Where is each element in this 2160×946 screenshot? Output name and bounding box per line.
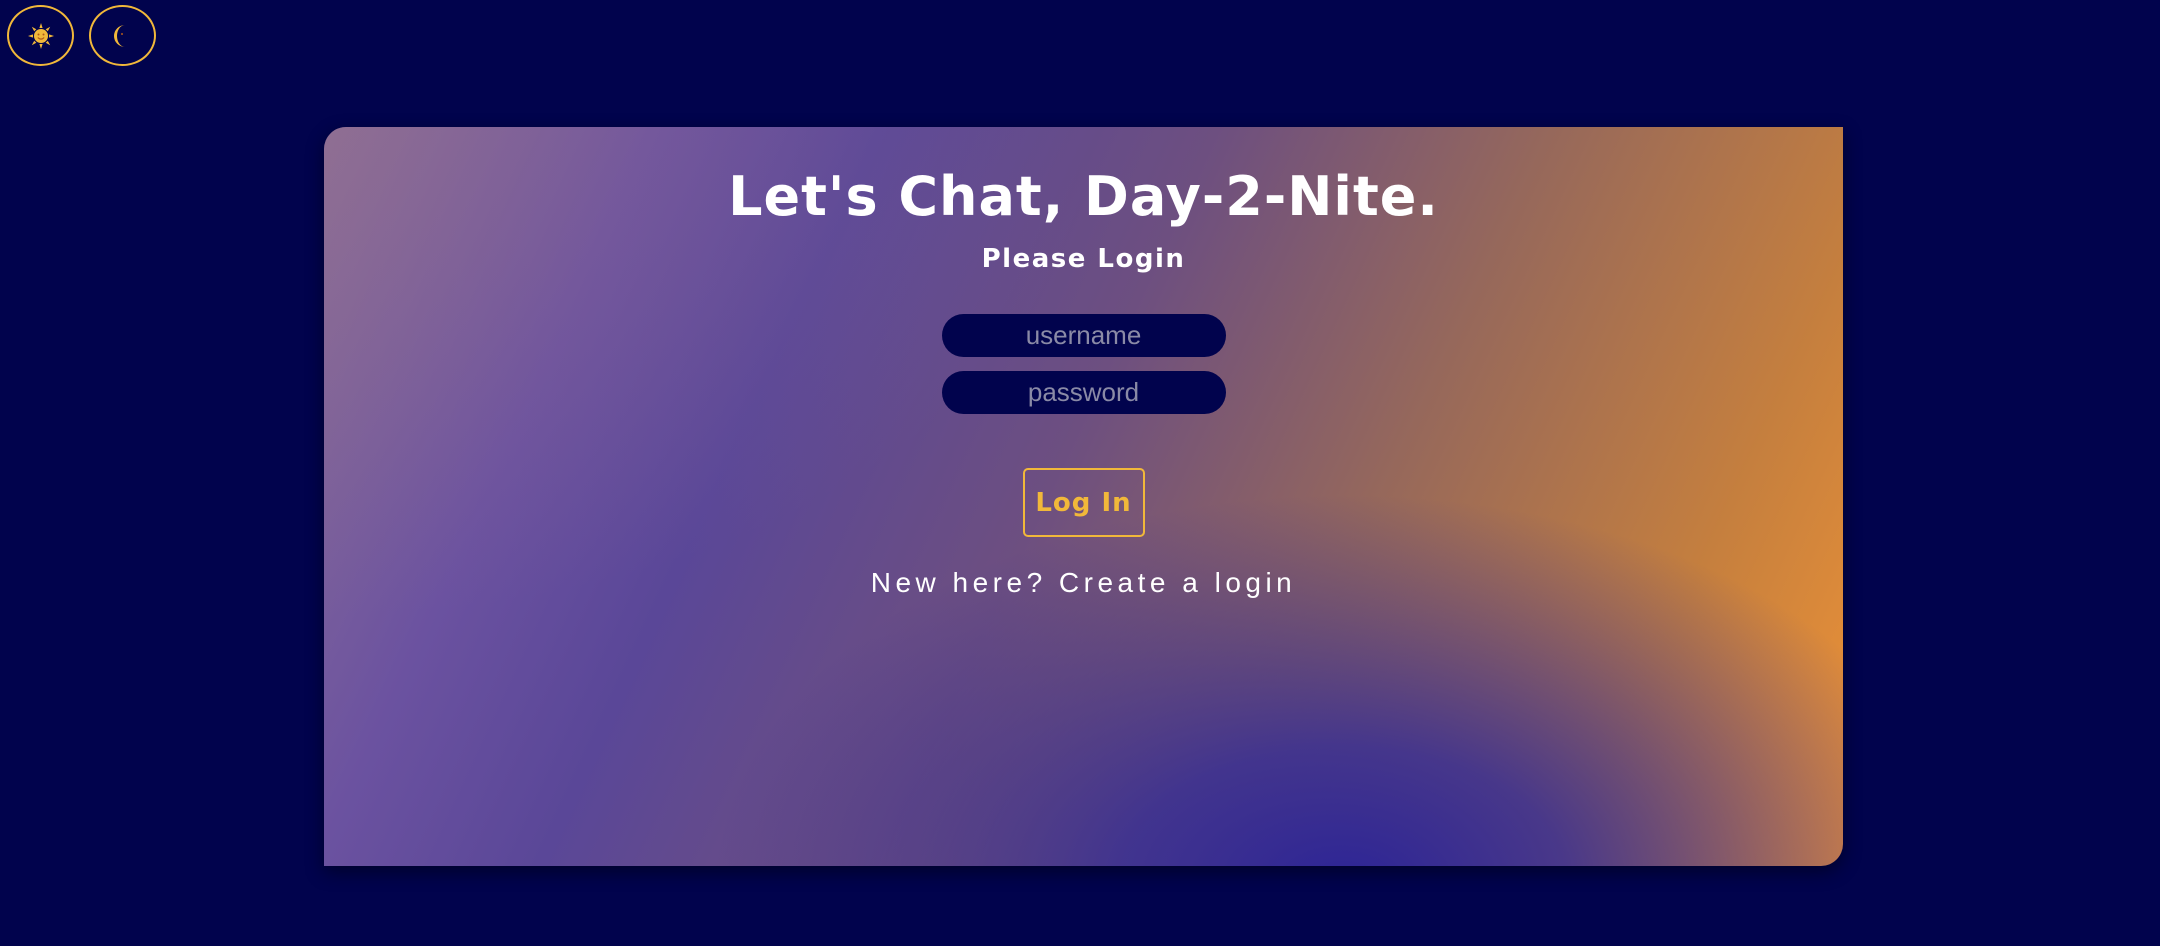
login-card: Let's Chat, Day-2-Nite. Please Login Log… [324,127,1843,866]
night-mode-button[interactable] [89,5,156,66]
login-button[interactable]: Log In [1022,468,1145,538]
day-mode-button[interactable] [7,5,74,66]
page-title: Let's Chat, Day-2-Nite. [728,165,1439,228]
password-input[interactable] [941,371,1226,415]
theme-toggle-group [7,5,156,66]
login-form: Log In [324,314,1843,538]
moon-icon [111,23,135,49]
sun-icon [27,22,54,49]
signup-prompt-text: New here? [870,567,1047,599]
login-subtitle: Please Login [981,244,1186,275]
login-content: Let's Chat, Day-2-Nite. Please Login Log… [324,127,1843,599]
create-login-link[interactable]: Create a login [1059,567,1296,598]
username-input[interactable] [941,314,1226,358]
signup-prompt: New here? Create a login [324,567,1843,599]
